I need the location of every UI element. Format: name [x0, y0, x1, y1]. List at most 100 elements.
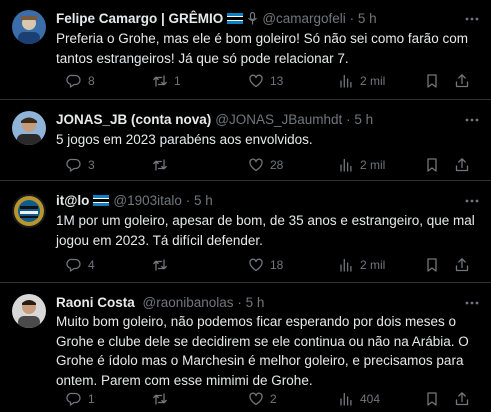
share-button[interactable]	[454, 72, 470, 90]
like-count: 13	[270, 74, 284, 88]
reply-icon	[66, 158, 81, 172]
display-name[interactable]: Felipe Camargo | GRÊMIO	[56, 11, 223, 26]
like-count: 2	[270, 392, 277, 406]
display-name[interactable]: Raoni Costa	[56, 295, 135, 310]
display-name[interactable]: it@lo	[56, 193, 89, 208]
microphone-icon	[247, 11, 258, 25]
user-handle[interactable]: @raonibanolas	[143, 295, 234, 310]
like-button[interactable]: 28	[248, 156, 283, 174]
retweet-icon	[153, 159, 167, 171]
reply-button[interactable]: 4	[66, 256, 95, 274]
separator-dot: ·	[346, 112, 351, 127]
display-name[interactable]: JONAS_JB (conta nova)	[56, 112, 211, 127]
views-button[interactable]: 2 mil	[338, 256, 385, 274]
like-count: 28	[270, 158, 284, 172]
retweet-button[interactable]: 1	[152, 72, 181, 90]
tweet[interactable]: JONAS_JB (conta nova) @JONAS_JBaumhdt · 5…	[0, 101, 491, 181]
like-count: 18	[270, 258, 284, 272]
timestamp[interactable]: 5 h	[354, 112, 373, 127]
separator-dot: ·	[349, 11, 355, 26]
heart-icon	[249, 392, 263, 406]
like-button[interactable]: 13	[248, 72, 283, 90]
tweet-replies-feed: Felipe Camargo | GRÊMIO @camargofeli · 5 …	[0, 0, 491, 412]
reply-icon	[66, 392, 81, 406]
reply-count: 4	[88, 258, 95, 272]
more-options-icon[interactable]	[463, 294, 481, 312]
reply-count: 1	[88, 392, 95, 406]
separator-dot: ·	[185, 193, 191, 208]
bookmark-icon	[427, 258, 437, 272]
share-icon	[455, 392, 469, 406]
avatar[interactable]	[12, 111, 46, 145]
avatar[interactable]	[12, 294, 46, 328]
tweet-text: 5 jogos em 2023 parabéns aos envolvidos.	[56, 132, 313, 147]
bookmark-button[interactable]	[424, 390, 440, 408]
tweet-text: Muito bom goleiro, não podemos ficar esp…	[56, 314, 469, 388]
bookmark-button[interactable]	[424, 72, 440, 90]
bookmark-button[interactable]	[424, 256, 440, 274]
share-button[interactable]	[454, 390, 470, 408]
timestamp[interactable]: 5 h	[246, 295, 265, 310]
share-icon	[455, 74, 469, 88]
views-chart-icon	[340, 258, 352, 272]
heart-icon	[249, 74, 263, 88]
reply-button[interactable]: 3	[66, 156, 95, 174]
tweet-actions: 8 1 13 2 mil	[56, 72, 481, 90]
tweet-text: Preferia o Grohe, mas ele é bom goleiro!…	[56, 31, 468, 66]
reply-button[interactable]: 1	[66, 390, 95, 408]
avatar[interactable]	[12, 10, 46, 44]
tweet-actions: 4 18 2 mil	[56, 256, 481, 274]
reply-icon	[66, 74, 81, 88]
views-button[interactable]: 2 mil	[338, 156, 385, 174]
retweet-button[interactable]	[152, 156, 174, 174]
bookmark-button[interactable]	[424, 156, 440, 174]
user-handle[interactable]: @JONAS_JBaumhdt	[215, 112, 342, 127]
timestamp[interactable]: 5 h	[194, 193, 213, 208]
share-button[interactable]	[454, 156, 470, 174]
heart-icon	[249, 258, 263, 272]
tweet[interactable]: Felipe Camargo | GRÊMIO @camargofeli · 5 …	[0, 0, 491, 100]
like-button[interactable]: 2	[248, 390, 277, 408]
views-chart-icon	[340, 74, 352, 88]
avatar[interactable]	[12, 194, 46, 228]
views-button[interactable]: 2 mil	[338, 72, 385, 90]
more-options-icon[interactable]	[463, 10, 481, 28]
bookmark-icon	[427, 392, 437, 406]
tweet-actions: 1 2 404	[56, 390, 481, 408]
reply-button[interactable]: 8	[66, 72, 95, 90]
tweet-actions: 3 28 2 mil	[56, 156, 481, 174]
share-button[interactable]	[454, 256, 470, 274]
view-count: 2 mil	[360, 158, 386, 172]
share-icon	[455, 158, 469, 172]
more-options-icon[interactable]	[463, 111, 481, 129]
heart-icon	[249, 158, 263, 172]
reply-count: 8	[88, 74, 95, 88]
views-button[interactable]: 404	[338, 390, 380, 408]
tweet[interactable]: it@lo @1903italo · 5 h 1M por um goleiro,…	[0, 182, 491, 283]
view-count: 2 mil	[360, 74, 386, 88]
views-chart-icon	[340, 392, 352, 406]
like-button[interactable]: 18	[248, 256, 283, 274]
separator-dot: ·	[237, 295, 242, 310]
reply-count: 3	[88, 158, 95, 172]
view-count: 2 mil	[360, 258, 386, 272]
tweet[interactable]: Raoni Costa @raonibanolas · 5 h Muito bo…	[0, 284, 491, 412]
retweet-button[interactable]	[152, 256, 174, 274]
timestamp[interactable]: 5 h	[358, 11, 377, 26]
bookmark-icon	[427, 74, 437, 88]
user-handle[interactable]: @camargofeli	[262, 11, 346, 26]
gremio-flag-icon	[227, 13, 244, 24]
gremio-flag-icon	[93, 195, 110, 206]
retweet-icon	[153, 393, 167, 405]
user-handle[interactable]: @1903italo	[113, 193, 182, 208]
retweet-count: 1	[174, 74, 181, 88]
tweet-text: 1M por um goleiro, apesar de bom, de 35 …	[56, 213, 475, 248]
bookmark-icon	[427, 158, 437, 172]
view-count: 404	[360, 392, 381, 406]
retweet-button[interactable]	[152, 390, 174, 408]
reply-icon	[66, 258, 81, 272]
more-options-icon[interactable]	[463, 192, 481, 210]
retweet-icon	[153, 259, 167, 271]
share-icon	[455, 258, 469, 272]
views-chart-icon	[340, 158, 352, 172]
